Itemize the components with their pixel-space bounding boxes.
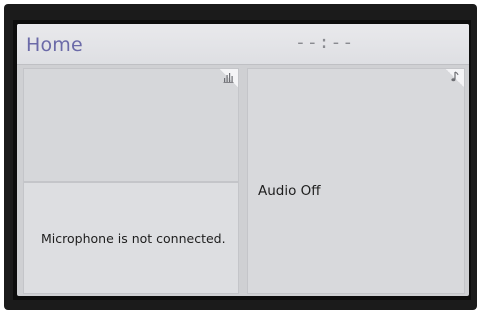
home-button[interactable]: Home xyxy=(26,34,83,56)
microphone-status-text: Microphone is not connected. xyxy=(41,231,226,246)
microphone-widget[interactable] xyxy=(23,68,239,182)
music-note-icon xyxy=(451,71,459,82)
head-unit-screen: Home --:-- Microphone is not connected. … xyxy=(17,24,469,296)
clock-display: --:-- xyxy=(295,32,355,53)
microphone-level-icon xyxy=(223,73,234,83)
audio-widget[interactable]: Audio Off xyxy=(247,68,465,294)
microphone-status-panel[interactable]: Microphone is not connected. xyxy=(23,182,239,294)
audio-status-text: Audio Off xyxy=(258,183,321,199)
header-bar: Home --:-- xyxy=(17,24,469,65)
